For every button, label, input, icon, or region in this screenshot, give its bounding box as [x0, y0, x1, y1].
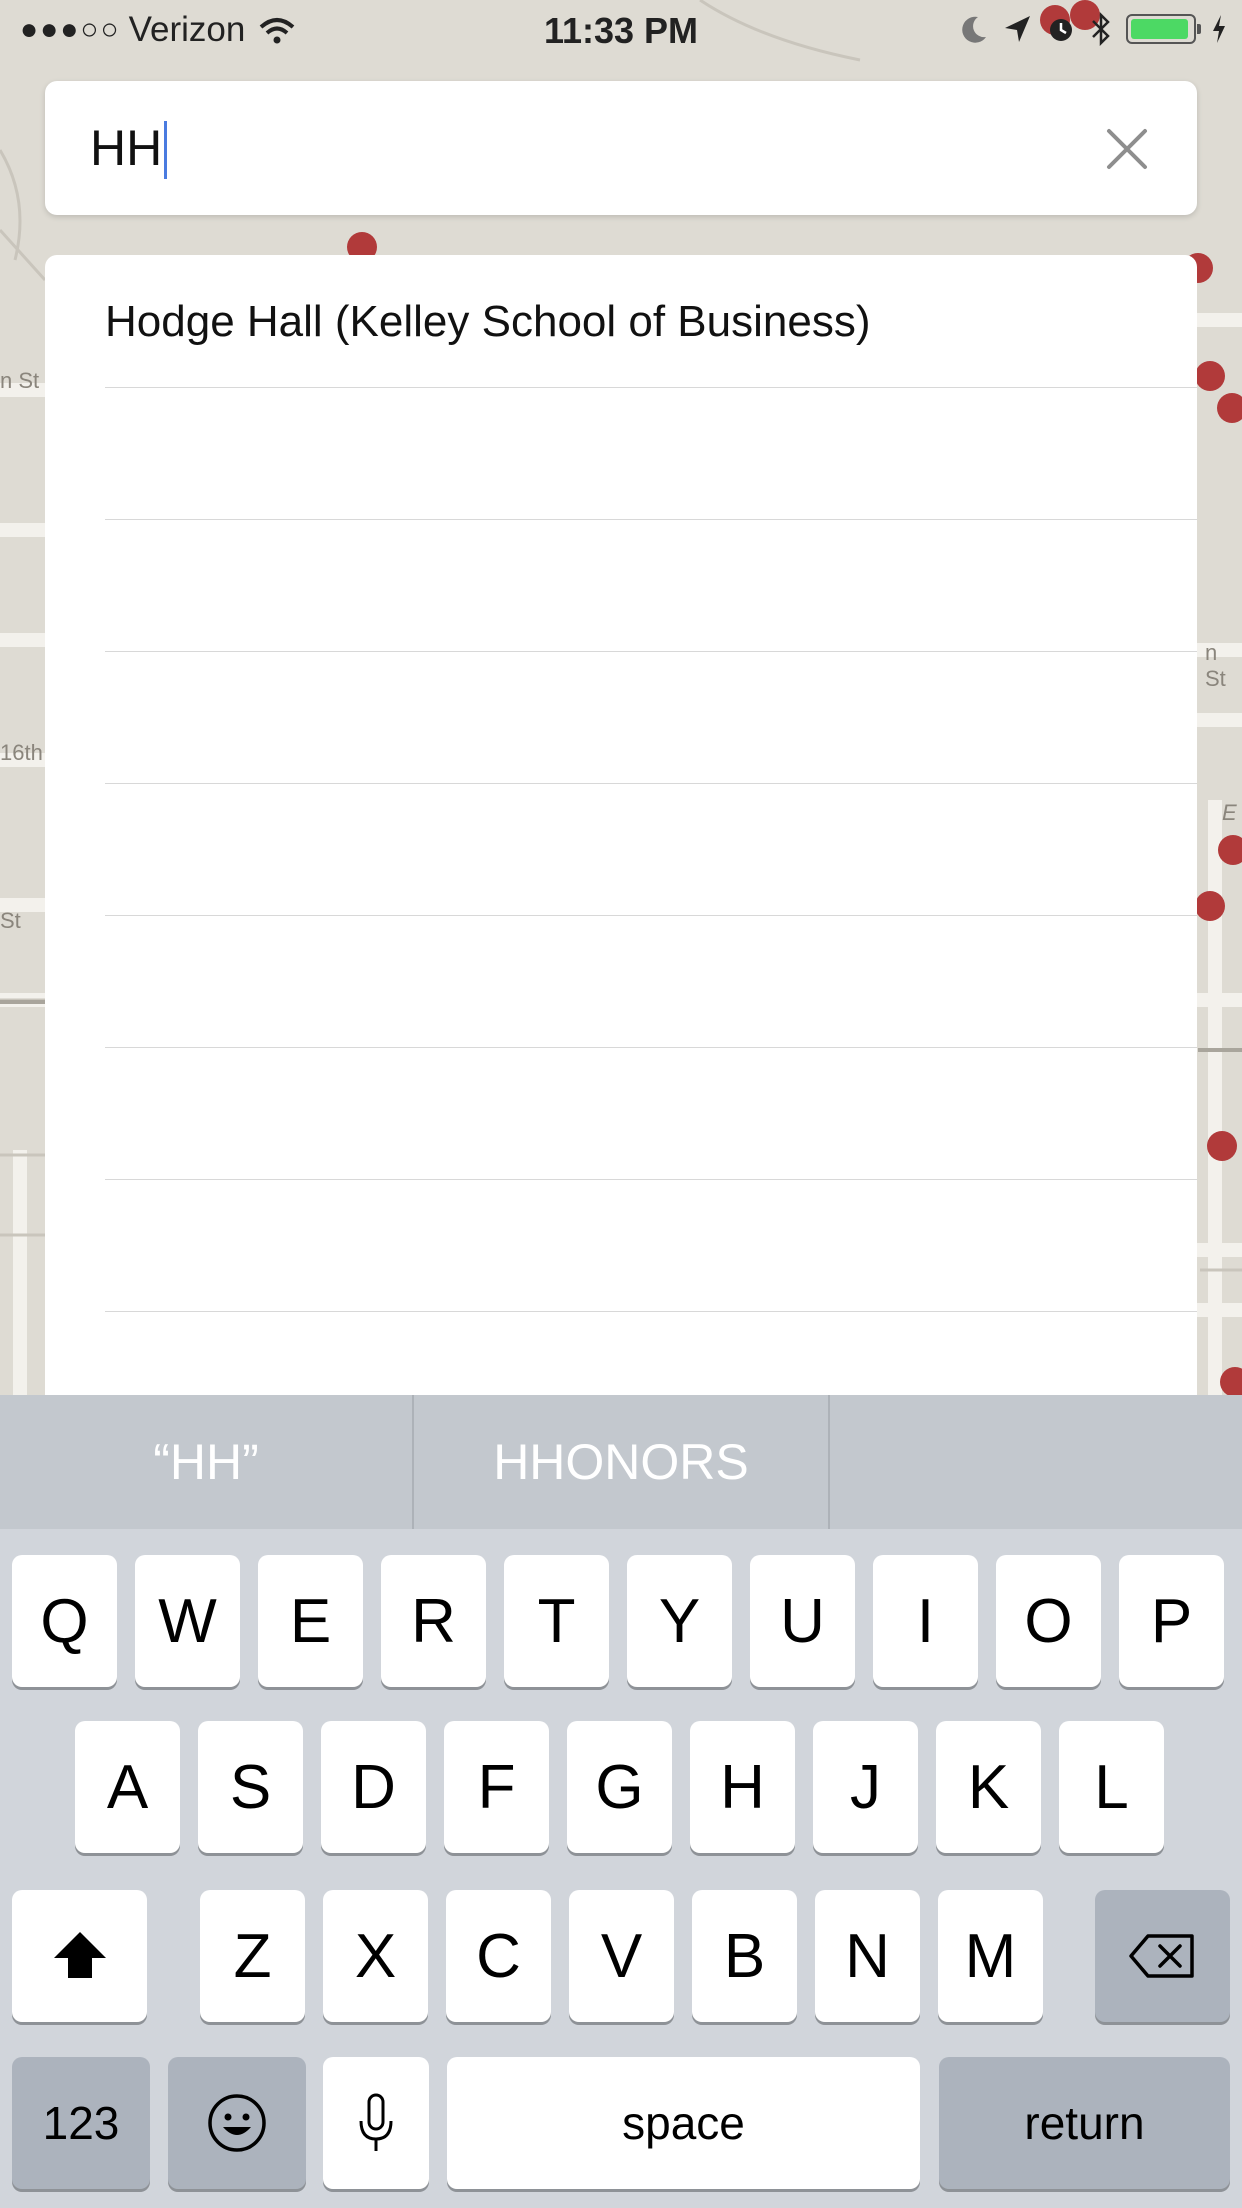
microphone-icon — [359, 2093, 393, 2151]
empty-result-row — [105, 519, 1197, 652]
text-caret — [164, 121, 167, 179]
empty-result-row — [105, 1179, 1197, 1312]
search-bar: HH — [45, 81, 1197, 215]
street-label: n St — [1205, 640, 1226, 691]
suggestion-item[interactable]: “HH” — [0, 1395, 412, 1529]
empty-result-row — [105, 915, 1197, 1048]
search-input[interactable]: HH — [90, 119, 162, 177]
key-d[interactable]: D — [321, 1721, 426, 1853]
return-key[interactable]: return — [939, 2057, 1230, 2189]
key-i[interactable]: I — [873, 1555, 978, 1687]
street-label: n St — [0, 368, 40, 393]
search-results-list: Hodge Hall (Kelley School of Business) — [45, 255, 1197, 1395]
key-z[interactable]: Z — [200, 1890, 305, 2022]
search-result-label: Hodge Hall (Kelley School of Business) — [105, 297, 871, 346]
key-n[interactable]: N — [815, 1890, 920, 2022]
key-o[interactable]: O — [996, 1555, 1101, 1687]
backspace-icon — [1128, 1934, 1194, 1978]
key-k[interactable]: K — [936, 1721, 1041, 1853]
key-l[interactable]: L — [1059, 1721, 1164, 1853]
empty-result-row — [105, 1047, 1197, 1180]
key-q[interactable]: Q — [12, 1555, 117, 1687]
suggestion-item[interactable] — [830, 1395, 1242, 1529]
location-arrow-icon — [1005, 16, 1030, 42]
map-marker — [1217, 393, 1242, 423]
map-marker — [1195, 891, 1225, 921]
empty-result-row — [105, 387, 1197, 520]
key-e[interactable]: E — [258, 1555, 363, 1687]
street-label: St — [0, 908, 21, 933]
backspace-key[interactable] — [1095, 1890, 1230, 2022]
empty-result-row — [105, 783, 1197, 916]
suggestion-item[interactable]: HHONORS — [414, 1395, 828, 1529]
emoji-key[interactable] — [168, 2057, 306, 2189]
key-h[interactable]: H — [690, 1721, 795, 1853]
status-bar: ●●●○○ Verizon 11:33 PM — [0, 0, 1242, 62]
key-f[interactable]: F — [444, 1721, 549, 1853]
space-key[interactable]: space — [447, 2057, 920, 2189]
key-p[interactable]: P — [1119, 1555, 1224, 1687]
key-w[interactable]: W — [135, 1555, 240, 1687]
key-v[interactable]: V — [569, 1890, 674, 2022]
bluetooth-icon — [1092, 12, 1110, 46]
key-j[interactable]: J — [813, 1721, 918, 1853]
key-u[interactable]: U — [750, 1555, 855, 1687]
empty-result-row — [105, 651, 1197, 784]
alarm-icon — [1050, 19, 1072, 41]
numbers-key[interactable]: 123 — [12, 2057, 150, 2189]
key-g[interactable]: G — [567, 1721, 672, 1853]
key-a[interactable]: A — [75, 1721, 180, 1853]
shift-key[interactable] — [12, 1890, 147, 2022]
emoji-icon — [208, 2094, 266, 2152]
dictation-key[interactable] — [323, 2057, 429, 2189]
predictive-bar: “HH” HHONORS — [0, 1395, 1242, 1529]
charging-icon — [1213, 15, 1225, 43]
close-icon[interactable] — [1097, 119, 1157, 179]
moon-icon — [962, 16, 986, 43]
street-label: 16th — [0, 740, 43, 765]
map-marker — [1195, 361, 1225, 391]
key-c[interactable]: C — [446, 1890, 551, 2022]
keyboard: “HH” HHONORS QWERTYUIOP ASDFGHJKL ZXCVBNM 1… — [0, 1395, 1242, 2208]
key-s[interactable]: S — [198, 1721, 303, 1853]
status-icons — [958, 12, 1228, 46]
key-x[interactable]: X — [323, 1890, 428, 2022]
battery-icon — [1126, 14, 1201, 44]
search-result-item[interactable]: Hodge Hall (Kelley School of Business) — [105, 255, 1197, 388]
map-marker — [1207, 1131, 1237, 1161]
key-b[interactable]: B — [692, 1890, 797, 2022]
map-marker — [1220, 1367, 1242, 1397]
shift-arrow-icon — [53, 1932, 106, 1978]
key-t[interactable]: T — [504, 1555, 609, 1687]
key-m[interactable]: M — [938, 1890, 1043, 2022]
key-y[interactable]: Y — [627, 1555, 732, 1687]
key-r[interactable]: R — [381, 1555, 486, 1687]
street-label: E — [1222, 800, 1237, 825]
